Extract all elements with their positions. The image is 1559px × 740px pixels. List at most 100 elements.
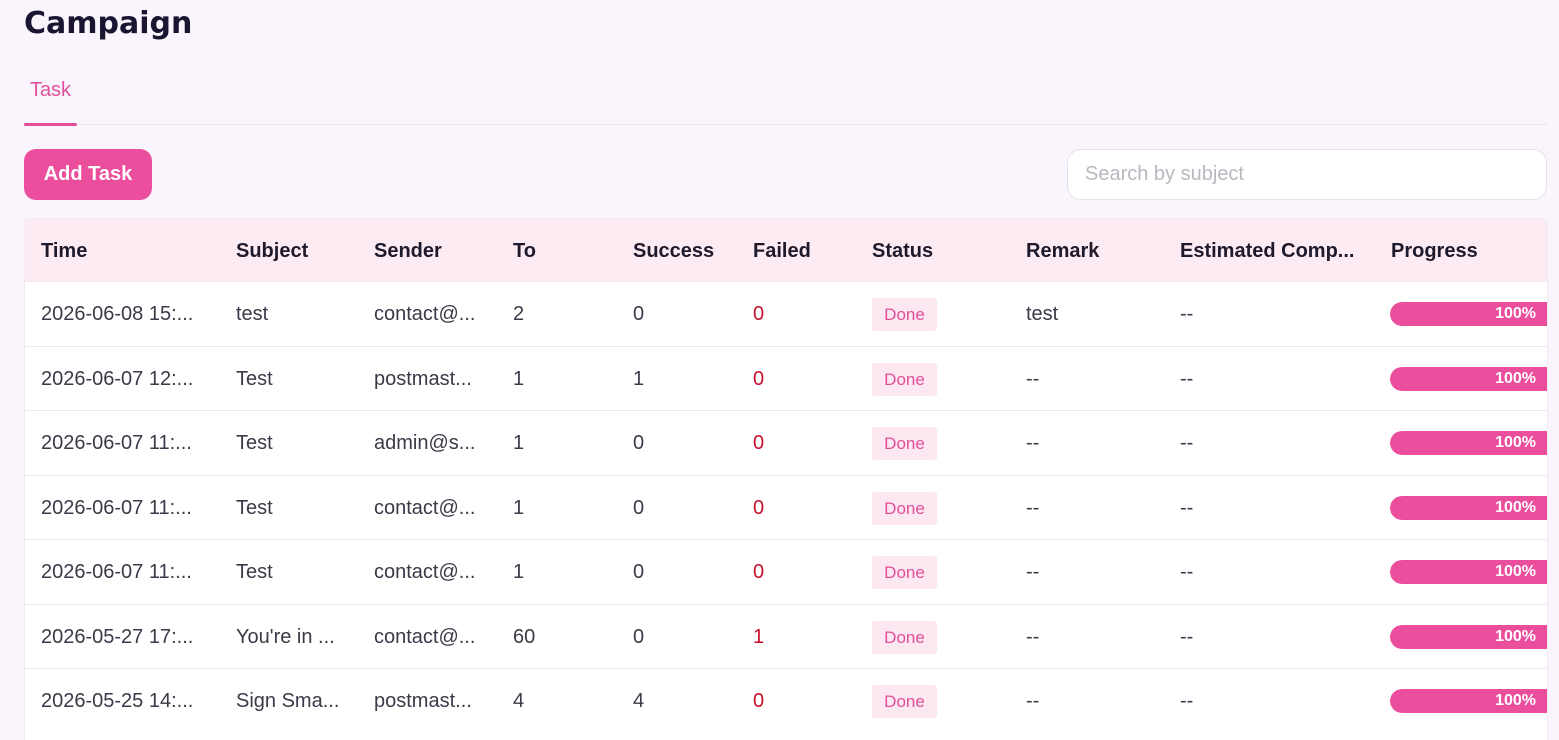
cell-remark: test xyxy=(1026,303,1059,325)
cell-remark: -- xyxy=(1026,625,1040,648)
cell-success: 4 xyxy=(633,690,645,712)
table-row[interactable]: 2026-06-07 11:... Test contact@... 1 0 0 -- -- D… xyxy=(25,474,1547,540)
cell-to: 2 xyxy=(513,303,525,325)
cell-to: 60 xyxy=(513,625,536,648)
campaign-page: Campaign Task Add Task Time Subject Send… xyxy=(0,0,1559,740)
cell-failed: 0 xyxy=(753,303,765,325)
cell-sender: contact@... xyxy=(374,496,476,519)
progress-label: 100% xyxy=(1495,434,1536,451)
column-header-remark[interactable]: Remark xyxy=(1026,219,1161,281)
table-row[interactable]: 2026-05-25 14:... Sign Sma... postmast... 4… xyxy=(25,668,1547,733)
status-badge: Done xyxy=(872,362,937,396)
cell-success: 0 xyxy=(633,561,645,583)
cell-success: 1 xyxy=(633,367,645,390)
cell-estimated-completion: -- xyxy=(1180,625,1194,648)
progress-label: 100% xyxy=(1495,305,1536,322)
progress-label: 100% xyxy=(1495,627,1536,645)
cell-subject: Test xyxy=(236,496,273,519)
cell-sender: contact@... xyxy=(374,561,476,583)
column-header-status[interactable]: Status xyxy=(872,219,1002,281)
cell-to: 1 xyxy=(513,367,525,390)
status-badge: Done xyxy=(872,556,937,589)
progress-bar: 100% xyxy=(1390,624,1547,649)
cell-time: 2026-05-25 14:... xyxy=(41,690,194,712)
cell-failed: 0 xyxy=(753,367,765,390)
table-header: Time Subject Sender To Success Failed St… xyxy=(25,219,1547,281)
column-header-success[interactable]: Success xyxy=(633,219,738,281)
task-table: Time Subject Sender To Success Failed St… xyxy=(24,218,1548,740)
cell-success: 0 xyxy=(633,303,645,325)
column-header-estimated-completion[interactable]: Estimated Comp... xyxy=(1180,219,1365,281)
add-task-button[interactable]: Add Task xyxy=(24,149,152,200)
status-badge: Done xyxy=(872,685,937,718)
progress-bar: 100% xyxy=(1390,689,1547,713)
cell-success: 0 xyxy=(633,432,645,454)
cell-estimated-completion: -- xyxy=(1180,496,1194,519)
cell-time: 2026-06-07 11:... xyxy=(41,496,192,519)
status-badge: Done xyxy=(872,298,937,331)
table-row[interactable]: 2026-06-07 12:... Test postmast... 1 1 0 -- -- D… xyxy=(25,345,1547,411)
cell-time: 2026-06-07 11:... xyxy=(41,561,192,583)
status-badge: Done xyxy=(872,427,937,460)
progress-bar: 100% xyxy=(1390,431,1547,455)
cell-failed: 1 xyxy=(753,625,765,648)
progress-bar: 100% xyxy=(1390,560,1547,584)
table-row[interactable]: 2026-06-08 15:... test contact@... 2 0 0 test -… xyxy=(25,281,1547,346)
cell-success: 0 xyxy=(633,625,645,648)
cell-sender: postmast... xyxy=(374,690,472,712)
cell-failed: 0 xyxy=(753,561,765,583)
progress-label: 100% xyxy=(1495,563,1536,580)
cell-remark: -- xyxy=(1026,367,1040,390)
cell-subject: Test xyxy=(236,561,273,583)
cell-time: 2026-06-07 11:... xyxy=(41,432,192,454)
cell-failed: 0 xyxy=(753,432,765,454)
progress-label: 100% xyxy=(1495,369,1536,387)
column-header-time[interactable]: Time xyxy=(41,219,221,281)
cell-subject: You're in ... xyxy=(236,625,335,648)
cell-time: 2026-06-07 12:... xyxy=(41,367,194,390)
search-input[interactable] xyxy=(1067,149,1547,200)
tab-task[interactable]: Task xyxy=(24,66,77,126)
progress-bar: 100% xyxy=(1390,495,1547,520)
table-row[interactable]: 2026-06-07 11:... Test admin@s... 1 0 0 -- -- Do… xyxy=(25,410,1547,475)
column-header-progress[interactable]: Progress xyxy=(1391,219,1541,281)
cell-sender: contact@... xyxy=(374,625,476,648)
cell-to: 1 xyxy=(513,432,525,454)
cell-estimated-completion: -- xyxy=(1180,367,1194,390)
tab-bar: Task xyxy=(24,66,1548,126)
cell-failed: 0 xyxy=(753,690,765,712)
cell-remark: -- xyxy=(1026,690,1040,712)
cell-sender: contact@... xyxy=(374,303,476,325)
column-header-to[interactable]: To xyxy=(513,219,613,281)
table-row[interactable]: 2026-05-27 17:... You're in ... contact@..… xyxy=(25,603,1547,669)
column-header-sender[interactable]: Sender xyxy=(374,219,499,281)
status-badge: Done xyxy=(872,491,937,525)
cell-subject: test xyxy=(236,303,269,325)
progress-bar: 100% xyxy=(1390,302,1547,326)
cell-estimated-completion: -- xyxy=(1180,561,1194,583)
cell-time: 2026-05-27 17:... xyxy=(41,625,194,648)
cell-sender: postmast... xyxy=(374,367,472,390)
table-row[interactable]: 2026-06-07 11:... Test contact@... 1 0 0 -- -- D… xyxy=(25,539,1547,604)
cell-failed: 0 xyxy=(753,496,765,519)
cell-subject: Sign Sma... xyxy=(236,690,340,712)
cell-to: 1 xyxy=(513,496,525,519)
cell-estimated-completion: -- xyxy=(1180,432,1194,454)
cell-to: 1 xyxy=(513,561,525,583)
cell-remark: -- xyxy=(1026,496,1040,519)
cell-time: 2026-06-08 15:... xyxy=(41,303,194,325)
cell-subject: Test xyxy=(236,367,273,390)
column-header-failed[interactable]: Failed xyxy=(753,219,853,281)
page-title: Campaign xyxy=(24,6,193,41)
cell-remark: -- xyxy=(1026,561,1040,583)
cell-to: 4 xyxy=(513,690,525,712)
column-header-subject[interactable]: Subject xyxy=(236,219,361,281)
cell-success: 0 xyxy=(633,496,645,519)
progress-label: 100% xyxy=(1495,692,1536,709)
cell-estimated-completion: -- xyxy=(1180,303,1194,325)
cell-sender: admin@s... xyxy=(374,432,476,454)
cell-estimated-completion: -- xyxy=(1180,690,1194,712)
progress-label: 100% xyxy=(1495,498,1536,516)
cell-remark: -- xyxy=(1026,432,1040,454)
status-badge: Done xyxy=(872,620,937,654)
